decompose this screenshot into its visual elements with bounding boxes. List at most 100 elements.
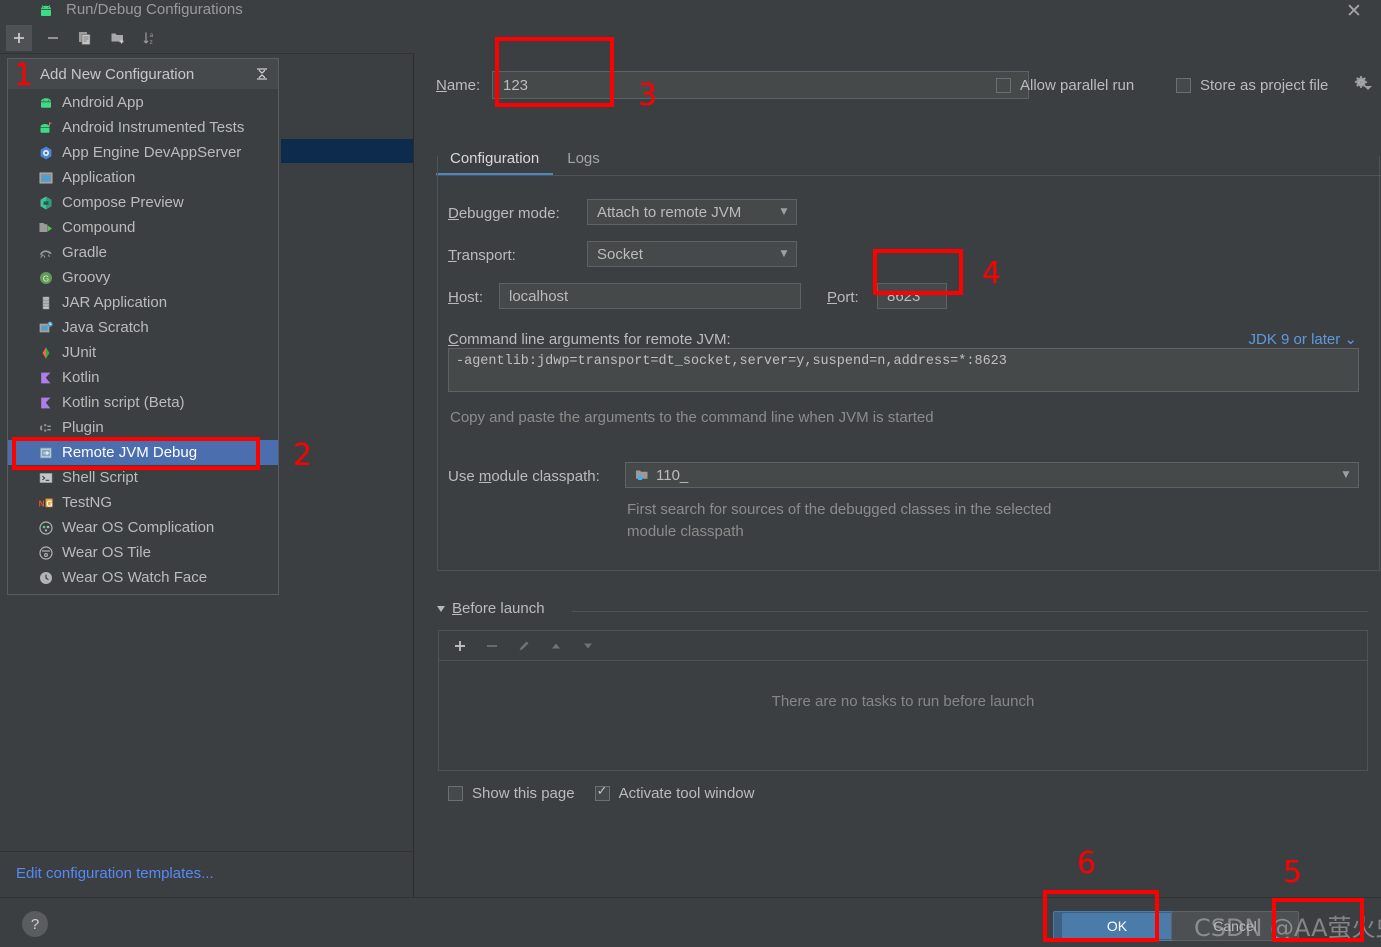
name-input[interactable]	[492, 71, 1029, 99]
activate-tool-window-checkbox[interactable]	[594, 784, 610, 801]
chevron-down-icon: ▼	[1342, 470, 1350, 480]
configuration-type-item[interactable]: Java Scratch	[8, 315, 278, 340]
bottom-checkbox-row: Show this page Activate tool window	[448, 784, 754, 802]
module-hint-line1: First search for sources of the debugged…	[627, 501, 1052, 518]
edit-task-button[interactable]	[512, 634, 536, 658]
configuration-type-label: JAR Application	[62, 294, 168, 311]
android-test-icon	[38, 120, 54, 136]
move-task-up-button[interactable]	[544, 634, 568, 658]
store-as-project-file-label: Store as project file	[1200, 77, 1329, 94]
before-launch-toolbar	[438, 630, 1368, 660]
close-icon[interactable]: ✕	[1339, 0, 1369, 22]
before-launch-divider	[572, 611, 1368, 612]
window-title: Run/Debug Configurations	[66, 1, 243, 18]
configuration-type-item[interactable]: Compose Preview	[8, 190, 278, 215]
module-classpath-label: Use module classpath:	[448, 468, 600, 485]
configuration-type-label: Compound	[62, 219, 136, 236]
configuration-type-label: Compose Preview	[62, 194, 184, 211]
chevron-down-icon[interactable]	[437, 605, 445, 612]
run-debug-configurations-dialog: Run/Debug Configurations ✕ a z Edit conf…	[0, 0, 1381, 947]
new-folder-button[interactable]	[105, 25, 131, 51]
configuration-type-item[interactable]: G Groovy	[8, 265, 278, 290]
debugger-mode-value: Attach to remote JVM	[597, 203, 742, 221]
configurations-toolbar: a z	[0, 22, 414, 54]
add-new-configuration-popup: Add New Configuration Android App Android…	[7, 58, 279, 595]
compose-icon	[38, 195, 54, 211]
help-button[interactable]: ?	[22, 911, 48, 937]
configuration-type-item[interactable]: Gradle	[8, 240, 278, 265]
kotlin-icon	[38, 395, 54, 411]
module-icon	[635, 468, 649, 482]
configuration-type-item[interactable]: Plugin	[8, 415, 278, 440]
configuration-type-label: Application	[62, 169, 136, 186]
configuration-type-item[interactable]: JUnit	[8, 340, 278, 365]
application-icon	[38, 170, 54, 186]
jar-icon	[38, 295, 54, 311]
store-as-project-file-checkbox[interactable]	[1176, 78, 1191, 93]
configuration-type-item[interactable]: Kotlin script (Beta)	[8, 390, 278, 415]
shell-icon	[38, 470, 54, 486]
module-classpath-combo[interactable]: 110_ ▼	[625, 462, 1359, 488]
debugger-mode-combo[interactable]: Attach to remote JVM ▼	[587, 199, 797, 225]
command-line-arguments-field[interactable]: -agentlib:jdwp=transport=dt_socket,serve…	[448, 348, 1359, 392]
configuration-type-label: Kotlin script (Beta)	[62, 394, 185, 411]
store-as-project-file-row[interactable]: Store as project file	[1176, 77, 1328, 94]
svg-text:G: G	[46, 499, 52, 508]
host-input[interactable]: localhost	[499, 283, 801, 309]
ok-button[interactable]: OK	[1053, 911, 1181, 941]
port-input[interactable]: 8623	[877, 283, 947, 309]
configuration-type-label: JUnit	[62, 344, 97, 361]
chevron-down-icon: ▼	[780, 207, 788, 217]
before-launch-task-list[interactable]: There are no tasks to run before launch	[438, 660, 1368, 771]
edit-configuration-templates-link[interactable]: Edit configuration templates...	[16, 865, 214, 882]
svg-text:N: N	[39, 499, 45, 508]
remove-configuration-button[interactable]	[40, 25, 66, 51]
before-launch-header[interactable]: Before launch	[437, 600, 545, 617]
add-configuration-button[interactable]	[6, 25, 32, 51]
java-scratch-icon	[38, 320, 54, 336]
cancel-button[interactable]: Cancel	[1171, 911, 1299, 941]
configuration-type-item[interactable]: Wear OS Watch Face	[8, 565, 278, 590]
configuration-type-item[interactable]: Wear OS Tile	[8, 540, 278, 565]
configuration-type-label: Kotlin	[62, 369, 100, 386]
configuration-type-item[interactable]: N G TestNG	[8, 490, 278, 515]
configuration-type-list[interactable]: Android App Android Instrumented Tests App…	[8, 89, 278, 590]
configuration-type-label: TestNG	[62, 494, 113, 511]
allow-parallel-run-row[interactable]: Allow parallel run	[996, 77, 1134, 94]
groovy-icon: G	[38, 270, 54, 286]
copy-configuration-button[interactable]	[72, 25, 98, 51]
configuration-type-item[interactable]: Application	[8, 165, 278, 190]
remove-task-button[interactable]	[480, 634, 504, 658]
configuration-type-item[interactable]: JAR Application	[8, 290, 278, 315]
port-label: Port:	[827, 289, 859, 306]
configuration-type-item[interactable]: Android App	[8, 90, 278, 115]
configuration-type-label: App Engine DevAppServer	[62, 144, 242, 161]
show-this-page-checkbox[interactable]	[448, 786, 463, 801]
configuration-type-label: Plugin	[62, 419, 104, 436]
configuration-type-item[interactable]: App Engine DevAppServer	[8, 140, 278, 165]
configuration-type-item[interactable]: Shell Script	[8, 465, 278, 490]
popup-header-label: Add New Configuration	[40, 65, 195, 83]
transport-combo[interactable]: Socket ▼	[587, 241, 797, 267]
configuration-type-label: Android App	[62, 94, 144, 111]
allow-parallel-run-checkbox[interactable]	[996, 78, 1011, 93]
configuration-type-label: Wear OS Tile	[62, 544, 151, 561]
configuration-type-item[interactable]: Wear OS Complication	[8, 515, 278, 540]
configuration-type-item[interactable]: Remote JVM Debug	[8, 440, 278, 465]
svg-text:G: G	[43, 274, 49, 283]
sort-configurations-button[interactable]: a z	[137, 25, 163, 51]
add-task-button[interactable]	[448, 634, 472, 658]
configuration-type-item[interactable]: Compound	[8, 215, 278, 240]
ok-button-label: OK	[1062, 913, 1172, 939]
kotlin-icon	[38, 370, 54, 386]
jdk-version-selector[interactable]: JDK 9 or later ⌄	[1249, 330, 1357, 348]
tree-selected-row[interactable]	[281, 139, 413, 163]
collapse-all-icon[interactable]	[253, 65, 271, 83]
gear-icon[interactable]	[1352, 74, 1372, 92]
transport-label: Transport:	[448, 247, 516, 264]
android-icon	[38, 3, 54, 19]
configuration-type-item[interactable]: Kotlin	[8, 365, 278, 390]
remote-jvm-icon	[38, 445, 54, 461]
move-task-down-button[interactable]	[576, 634, 600, 658]
configuration-type-item[interactable]: Android Instrumented Tests	[8, 115, 278, 140]
